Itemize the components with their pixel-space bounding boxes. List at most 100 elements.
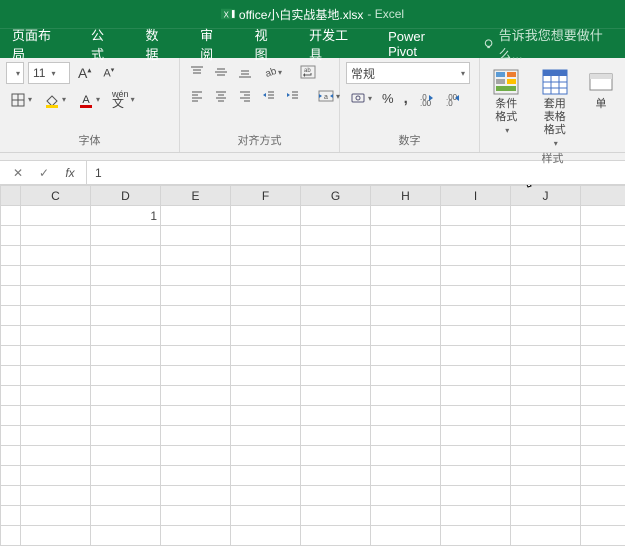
cell[interactable]: [301, 306, 371, 326]
cell[interactable]: [231, 206, 301, 226]
cell[interactable]: [161, 466, 231, 486]
cell[interactable]: [301, 466, 371, 486]
cell[interactable]: [301, 206, 371, 226]
cell[interactable]: [1, 386, 21, 406]
decrease-decimal-button[interactable]: .00.0: [440, 88, 464, 109]
cell[interactable]: [371, 446, 441, 466]
cell[interactable]: [21, 426, 91, 446]
font-color-button[interactable]: A ▾: [74, 90, 104, 110]
align-middle-button[interactable]: [210, 62, 232, 82]
cell[interactable]: [371, 286, 441, 306]
format-as-table-button[interactable]: 套用 表格格式 ▾: [535, 66, 576, 150]
cell[interactable]: [91, 266, 161, 286]
cell[interactable]: [441, 426, 511, 446]
cell[interactable]: [91, 246, 161, 266]
cell[interactable]: [301, 486, 371, 506]
cell[interactable]: [231, 346, 301, 366]
cell[interactable]: [1, 306, 21, 326]
cell[interactable]: [511, 286, 581, 306]
col-header-e[interactable]: E: [161, 186, 231, 206]
confirm-edit-button[interactable]: ✓: [34, 166, 54, 180]
tab-data[interactable]: 数据: [144, 29, 173, 58]
cell[interactable]: [21, 406, 91, 426]
cell[interactable]: [1, 206, 21, 226]
cell[interactable]: [511, 366, 581, 386]
cell[interactable]: [441, 366, 511, 386]
cell[interactable]: [161, 506, 231, 526]
align-left-button[interactable]: [186, 86, 208, 106]
borders-button[interactable]: ▾: [6, 90, 36, 110]
cell[interactable]: [231, 226, 301, 246]
cell[interactable]: [1, 346, 21, 366]
cell[interactable]: [581, 386, 625, 406]
cancel-edit-button[interactable]: ✕: [8, 166, 28, 180]
cell[interactable]: [231, 486, 301, 506]
cell[interactable]: [1, 466, 21, 486]
cell[interactable]: [21, 226, 91, 246]
cell[interactable]: [91, 506, 161, 526]
cell[interactable]: [91, 526, 161, 546]
cell[interactable]: [441, 386, 511, 406]
cell[interactable]: [21, 266, 91, 286]
cell[interactable]: [581, 426, 625, 446]
cell[interactable]: [91, 446, 161, 466]
cell[interactable]: [511, 406, 581, 426]
cell[interactable]: [581, 246, 625, 266]
align-top-button[interactable]: [186, 62, 208, 82]
tab-formulas[interactable]: 公式: [89, 29, 118, 58]
cell[interactable]: [301, 386, 371, 406]
cell[interactable]: [91, 306, 161, 326]
cell[interactable]: [511, 206, 581, 226]
cell[interactable]: [161, 366, 231, 386]
accounting-format-button[interactable]: ▾: [346, 88, 376, 109]
cell[interactable]: [161, 206, 231, 226]
cell[interactable]: [581, 346, 625, 366]
fx-button[interactable]: fx: [60, 166, 80, 180]
percent-button[interactable]: %: [378, 88, 398, 109]
cell[interactable]: [511, 346, 581, 366]
increase-font-button[interactable]: A▴: [74, 63, 95, 83]
tab-developer[interactable]: 开发工具: [307, 29, 360, 58]
align-center-button[interactable]: [210, 86, 232, 106]
cell[interactable]: [581, 526, 625, 546]
cell[interactable]: [1, 446, 21, 466]
cell[interactable]: [21, 506, 91, 526]
cell[interactable]: [21, 306, 91, 326]
spreadsheet-grid[interactable]: C D E F G H I J 1: [0, 185, 625, 546]
col-header-c[interactable]: C: [21, 186, 91, 206]
align-bottom-button[interactable]: [234, 62, 256, 82]
cell[interactable]: [511, 306, 581, 326]
fill-color-button[interactable]: ▾: [40, 90, 70, 110]
cell[interactable]: [581, 486, 625, 506]
cell[interactable]: [301, 446, 371, 466]
cell[interactable]: [21, 466, 91, 486]
cell[interactable]: [91, 466, 161, 486]
cell[interactable]: [511, 506, 581, 526]
cell[interactable]: [441, 446, 511, 466]
col-header-g[interactable]: G: [301, 186, 371, 206]
cell[interactable]: [511, 426, 581, 446]
cell[interactable]: [91, 286, 161, 306]
tab-review[interactable]: 审阅: [198, 29, 227, 58]
cell[interactable]: [301, 426, 371, 446]
cell[interactable]: [21, 446, 91, 466]
comma-button[interactable]: ,: [400, 88, 412, 109]
cell[interactable]: [371, 226, 441, 246]
cell[interactable]: [511, 266, 581, 286]
cell[interactable]: [441, 466, 511, 486]
decrease-indent-button[interactable]: [258, 86, 280, 106]
cell[interactable]: [581, 226, 625, 246]
cell[interactable]: [231, 466, 301, 486]
tell-me-box[interactable]: 告诉我您想要做什么...: [482, 25, 625, 63]
cell[interactable]: [161, 246, 231, 266]
align-right-button[interactable]: [234, 86, 256, 106]
formula-input[interactable]: 1: [86, 161, 625, 184]
cell[interactable]: [371, 326, 441, 346]
cell[interactable]: [371, 306, 441, 326]
cell[interactable]: [1, 406, 21, 426]
cell[interactable]: [441, 246, 511, 266]
cell[interactable]: [511, 246, 581, 266]
cell[interactable]: [161, 526, 231, 546]
orientation-button[interactable]: ab▾: [258, 62, 286, 82]
cell[interactable]: [511, 446, 581, 466]
